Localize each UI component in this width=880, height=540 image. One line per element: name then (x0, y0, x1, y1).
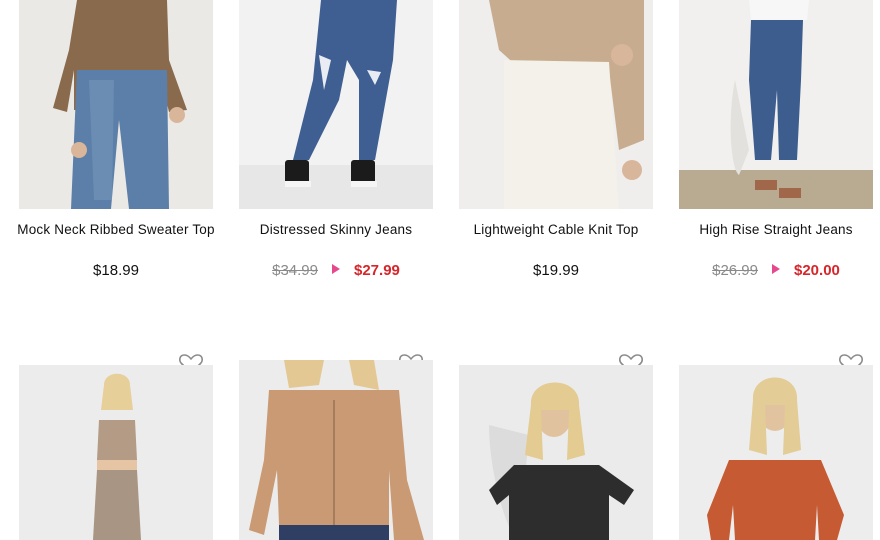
product-title[interactable]: Distressed Skinny Jeans (233, 220, 439, 239)
original-price: $26.99 (712, 262, 758, 279)
model-photo-sweater-jeans (19, 0, 213, 209)
price-row: $19.99 (459, 262, 653, 279)
price-row: $18.99 (19, 262, 213, 279)
price: $19.99 (533, 262, 579, 279)
model-photo-knit-set (19, 365, 213, 540)
sale-price: $27.99 (354, 262, 400, 279)
product-image[interactable] (239, 360, 433, 540)
sale-price: $20.00 (794, 262, 840, 279)
product-title[interactable]: Mock Neck Ribbed Sweater Top (13, 220, 219, 239)
product-image[interactable] (19, 365, 213, 540)
sale-arrow-icon (772, 264, 780, 274)
product-title[interactable]: Lightweight Cable Knit Top (453, 220, 659, 239)
model-photo-straight-jeans (679, 0, 873, 209)
product-image[interactable] (19, 0, 213, 209)
original-price: $34.99 (272, 262, 318, 279)
product-image[interactable] (679, 365, 873, 540)
price-row: $26.99 $20.00 (679, 262, 873, 279)
model-photo-cardigan (239, 360, 433, 540)
model-photo-black-top (459, 365, 653, 540)
sale-arrow-icon (332, 264, 340, 274)
product-image[interactable] (459, 0, 653, 209)
product-title[interactable]: High Rise Straight Jeans (673, 220, 879, 239)
product-image[interactable] (459, 365, 653, 540)
model-photo-cable-knit (459, 0, 653, 209)
model-photo-skinny-jeans (239, 0, 433, 209)
price: $18.99 (93, 262, 139, 279)
product-image[interactable] (679, 0, 873, 209)
price-row: $34.99 $27.99 (239, 262, 433, 279)
product-image[interactable] (239, 0, 433, 209)
model-photo-orange-sweater (679, 365, 873, 540)
